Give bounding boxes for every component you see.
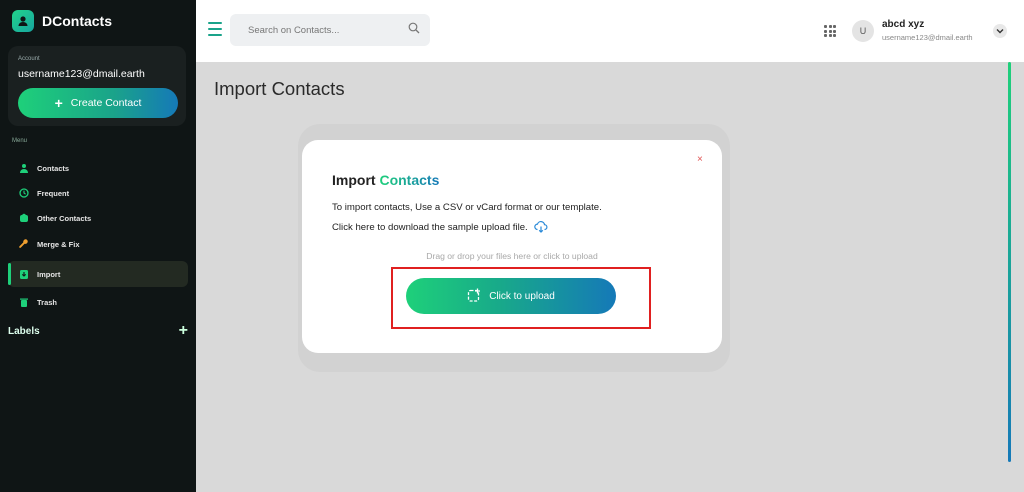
add-label-icon[interactable]: + xyxy=(179,322,188,340)
app-logo-icon xyxy=(12,10,34,32)
drop-zone-hint: Drag or drop your files here or click to… xyxy=(426,251,598,261)
contacts-box-icon xyxy=(18,213,29,224)
brand[interactable]: DContacts xyxy=(12,10,112,32)
search-input[interactable] xyxy=(248,24,408,36)
sidebar-item-contacts[interactable]: Contacts xyxy=(8,155,188,181)
labels-heading: Labels xyxy=(8,325,40,337)
top-header: U abcd xyz username123@dmail.earth xyxy=(196,0,1024,62)
account-card: Account username123@dmail.earth + Create… xyxy=(8,46,186,126)
person-icon xyxy=(18,163,29,174)
close-icon[interactable]: × xyxy=(697,154,703,165)
menu-toggle-icon[interactable] xyxy=(208,22,222,36)
history-icon xyxy=(18,188,29,199)
highlight-box xyxy=(391,267,651,329)
modal-title-prefix: Import xyxy=(332,172,376,188)
sidebar-item-merge-fix[interactable]: Merge & Fix xyxy=(8,231,188,257)
sidebar-item-label: Other Contacts xyxy=(37,213,92,223)
sidebar-item-trash[interactable]: Trash xyxy=(8,289,188,315)
search-box[interactable] xyxy=(230,14,430,46)
sidebar-item-import[interactable]: Import xyxy=(8,261,188,287)
trash-icon xyxy=(18,297,29,308)
import-instructions: To import contacts, Use a CSV or vCard f… xyxy=(332,202,602,213)
page-title: Import Contacts xyxy=(214,78,345,99)
menu-caption: Menu xyxy=(12,138,28,144)
cloud-download-icon[interactable] xyxy=(534,221,548,233)
download-sample-text: Click here to download the sample upload… xyxy=(332,221,528,233)
sidebar-item-frequent[interactable]: Frequent xyxy=(8,180,188,206)
chevron-down-icon[interactable] xyxy=(993,24,1007,38)
search-icon[interactable] xyxy=(408,21,420,39)
plus-icon: + xyxy=(54,95,63,111)
sidebar-item-label: Merge & Fix xyxy=(37,239,80,249)
sidebar-item-label: Trash xyxy=(37,297,58,307)
avatar[interactable]: U xyxy=(852,20,874,42)
import-icon xyxy=(18,269,29,280)
account-caption: Account xyxy=(18,56,40,62)
sidebar: DContacts Account username123@dmail.eart… xyxy=(0,0,196,492)
sidebar-item-label: Import xyxy=(37,269,61,279)
app-name: DContacts xyxy=(42,13,113,29)
account-email: username123@dmail.earth xyxy=(18,68,145,80)
user-name: abcd xyz xyxy=(882,19,925,30)
create-contact-label: Create Contact xyxy=(70,97,142,109)
sidebar-item-label: Frequent xyxy=(37,188,70,198)
wrench-icon xyxy=(18,239,29,250)
modal-title-accent: Contacts xyxy=(379,172,440,188)
modal-title: Import Contacts xyxy=(332,172,439,188)
labels-section: Labels + xyxy=(8,322,188,340)
sidebar-item-label: Contacts xyxy=(37,163,70,173)
sidebar-item-other-contacts[interactable]: Other Contacts xyxy=(8,205,188,231)
scrollbar[interactable] xyxy=(1008,62,1011,462)
create-contact-button[interactable]: + Create Contact xyxy=(18,88,178,118)
download-sample-link[interactable]: Click here to download the sample upload… xyxy=(332,221,548,233)
user-email: username123@dmail.earth xyxy=(882,33,973,42)
apps-grid-icon[interactable] xyxy=(824,25,836,37)
